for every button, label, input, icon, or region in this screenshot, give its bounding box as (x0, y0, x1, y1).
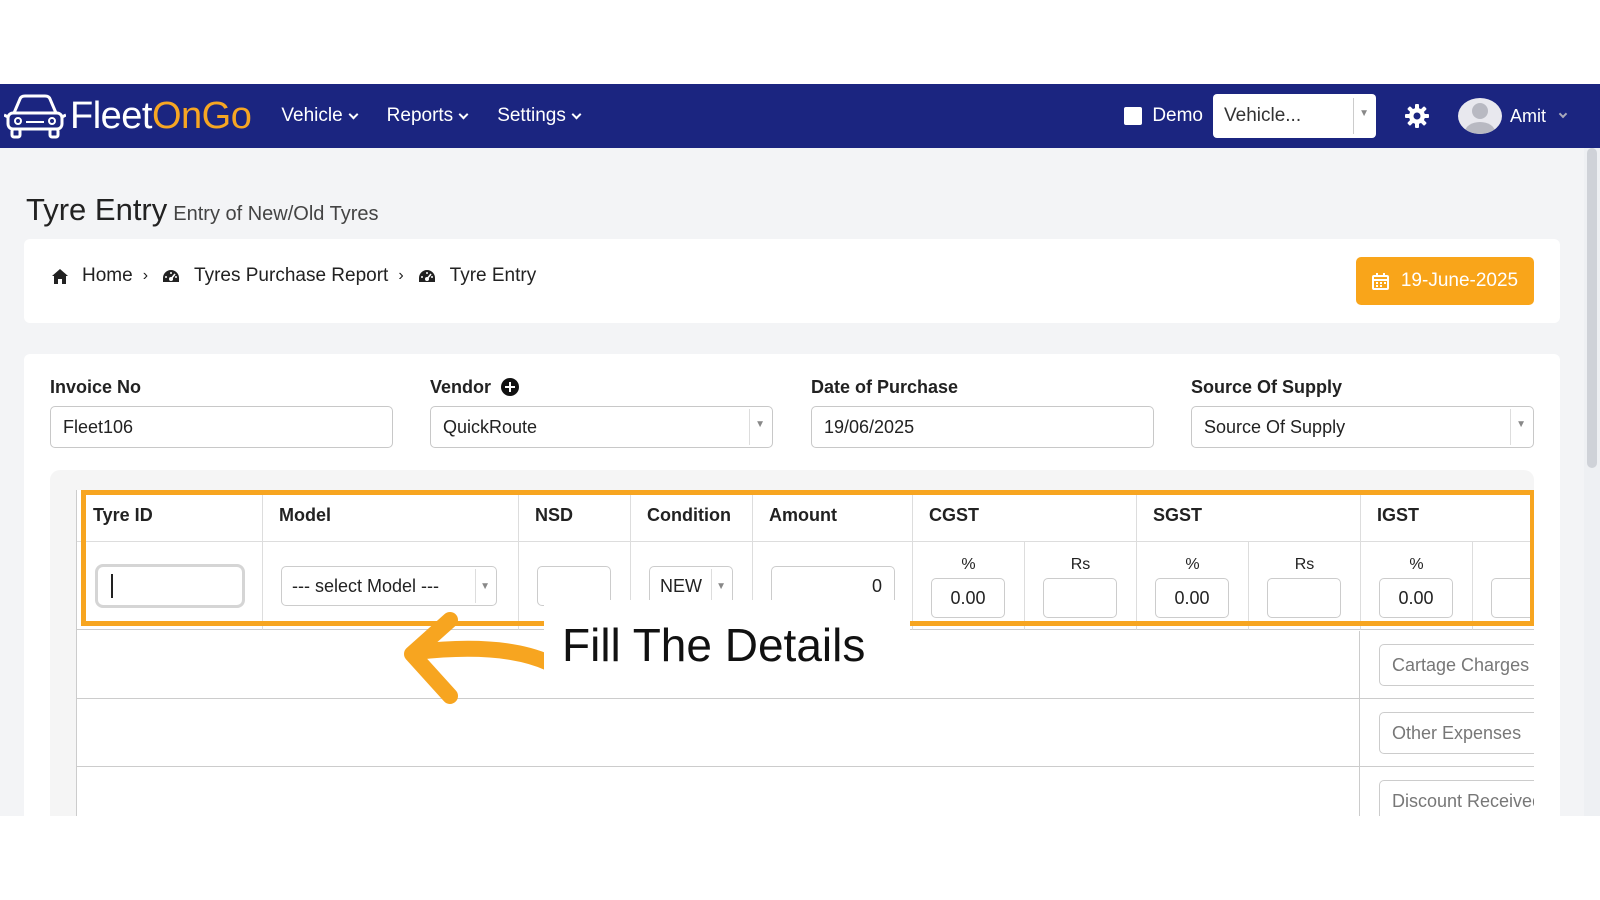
calendar-icon (1371, 272, 1389, 290)
brand-name-part-2: OnGo (151, 94, 252, 137)
brand-logo[interactable]: FleetOnGo (4, 91, 252, 141)
invoice-field: Invoice No Fleet106 (50, 376, 394, 448)
app-window: FleetOnGo Vehicle Reports Settings Demo … (0, 84, 1600, 816)
dropdown-arrow-icon: ▼ (1516, 419, 1526, 430)
brand-name: FleetOnGo (70, 94, 252, 138)
date-button[interactable]: 19-June-2025 (1356, 257, 1534, 305)
other-expenses-placeholder: Other Expenses (1392, 722, 1522, 743)
demo-checkbox[interactable] (1124, 107, 1143, 125)
summary-row: Discount Received (77, 767, 1534, 816)
menu-vehicle-label: Vehicle (281, 105, 343, 126)
page-subtitle: Entry of New/Old Tyres (173, 203, 379, 225)
purchase-date-field: Date of Purchase 19/06/2025 (811, 376, 1155, 448)
top-navbar: FleetOnGo Vehicle Reports Settings Demo … (0, 84, 1600, 148)
select-divider (749, 409, 750, 445)
vendor-value: QuickRoute (443, 416, 538, 437)
discount-received-placeholder: Discount Received (1392, 790, 1534, 811)
invoice-input[interactable]: Fleet106 (50, 406, 393, 448)
dashboard-icon (162, 269, 180, 284)
vehicle-select-value: Vehicle... (1224, 105, 1302, 126)
breadcrumb-separator: › (398, 267, 404, 284)
row-divider (1359, 631, 1360, 698)
annotation-callout: Fill The Details (544, 600, 910, 690)
vendor-field: Vendor QuickRoute ▼ (430, 376, 774, 448)
select-divider (1510, 409, 1511, 445)
cartage-charges-input[interactable]: Cartage Charges (1379, 644, 1534, 686)
discount-received-input[interactable]: Discount Received (1379, 780, 1534, 816)
chevron-down-icon (348, 109, 359, 119)
chevron-down-icon (1558, 109, 1568, 119)
page-scrollbar[interactable] (1584, 148, 1600, 816)
page-title: Tyre Entry Entry of New/Old Tyres (26, 192, 379, 228)
main-menu: Vehicle Reports Settings (281, 105, 609, 127)
gear-icon[interactable] (1404, 103, 1430, 129)
menu-settings[interactable]: Settings (497, 105, 582, 127)
menu-settings-label: Settings (497, 105, 566, 126)
vendor-select[interactable]: QuickRoute ▼ (430, 406, 773, 448)
summary-row: Other Expenses (77, 699, 1534, 767)
row-divider (1359, 767, 1360, 816)
breadcrumb-tyres-report[interactable]: Tyres Purchase Report (162, 265, 388, 287)
breadcrumb-home[interactable]: Home (52, 265, 133, 287)
home-icon (52, 268, 68, 284)
menu-reports-label: Reports (386, 105, 454, 126)
select-divider (1353, 98, 1354, 134)
cartage-charges-placeholder: Cartage Charges (1392, 654, 1530, 675)
vehicle-select[interactable]: Vehicle... ▼ (1213, 94, 1376, 138)
car-logo-icon (4, 91, 66, 141)
breadcrumb-tyre-entry[interactable]: Tyre Entry (418, 265, 537, 287)
breadcrumb-tyre-entry-label: Tyre Entry (449, 265, 537, 286)
source-supply-select[interactable]: Source Of Supply ▼ (1191, 406, 1534, 448)
avatar (1458, 98, 1502, 134)
purchase-date-label: Date of Purchase (811, 376, 959, 397)
annotation-callout-text: Fill The Details (562, 619, 866, 671)
source-supply-field: Source Of Supply Source Of Supply ▼ (1191, 376, 1535, 448)
vendor-label: Vendor (430, 376, 492, 397)
menu-reports[interactable]: Reports (386, 105, 469, 127)
dropdown-arrow-icon: ▼ (755, 419, 765, 430)
vendor-label-row: Vendor (430, 376, 774, 398)
navbar-right: Demo Vehicle... ▼ Amit (1124, 84, 1600, 148)
dashboard-icon (418, 269, 436, 284)
source-supply-label: Source Of Supply (1191, 376, 1343, 397)
purchase-date-value: 19/06/2025 (824, 416, 915, 437)
breadcrumb: Home › Tyres Purchase Report › Tyre Entr… (52, 265, 536, 287)
demo-label: Demo (1152, 105, 1203, 126)
breadcrumb-separator: › (142, 267, 149, 284)
page-title-text: Tyre Entry (26, 192, 168, 227)
breadcrumb-bar: Home › Tyres Purchase Report › Tyre Entr… (24, 239, 1560, 323)
add-vendor-icon[interactable] (501, 378, 520, 396)
menu-vehicle[interactable]: Vehicle (281, 105, 359, 127)
row-divider (1359, 699, 1360, 766)
dropdown-arrow-icon: ▼ (1359, 108, 1369, 119)
chevron-down-icon (458, 109, 469, 119)
purchase-date-input[interactable]: 19/06/2025 (811, 406, 1154, 448)
source-supply-value: Source Of Supply (1204, 416, 1346, 437)
user-menu[interactable]: Amit (1458, 98, 1568, 134)
user-name: Amit (1510, 105, 1546, 126)
invoice-label: Invoice No (50, 376, 142, 397)
date-button-label: 19-June-2025 (1400, 270, 1519, 291)
breadcrumb-home-label: Home (82, 265, 133, 286)
tyre-entry-form: Invoice No Fleet106 Vendor QuickRoute ▼ … (24, 354, 1560, 816)
scrollbar-thumb[interactable] (1587, 148, 1597, 468)
chevron-down-icon (571, 109, 582, 119)
invoice-value: Fleet106 (63, 416, 134, 437)
brand-name-part-1: Fleet (70, 94, 152, 137)
other-expenses-input[interactable]: Other Expenses (1379, 712, 1534, 754)
breadcrumb-tyres-report-label: Tyres Purchase Report (194, 265, 389, 286)
